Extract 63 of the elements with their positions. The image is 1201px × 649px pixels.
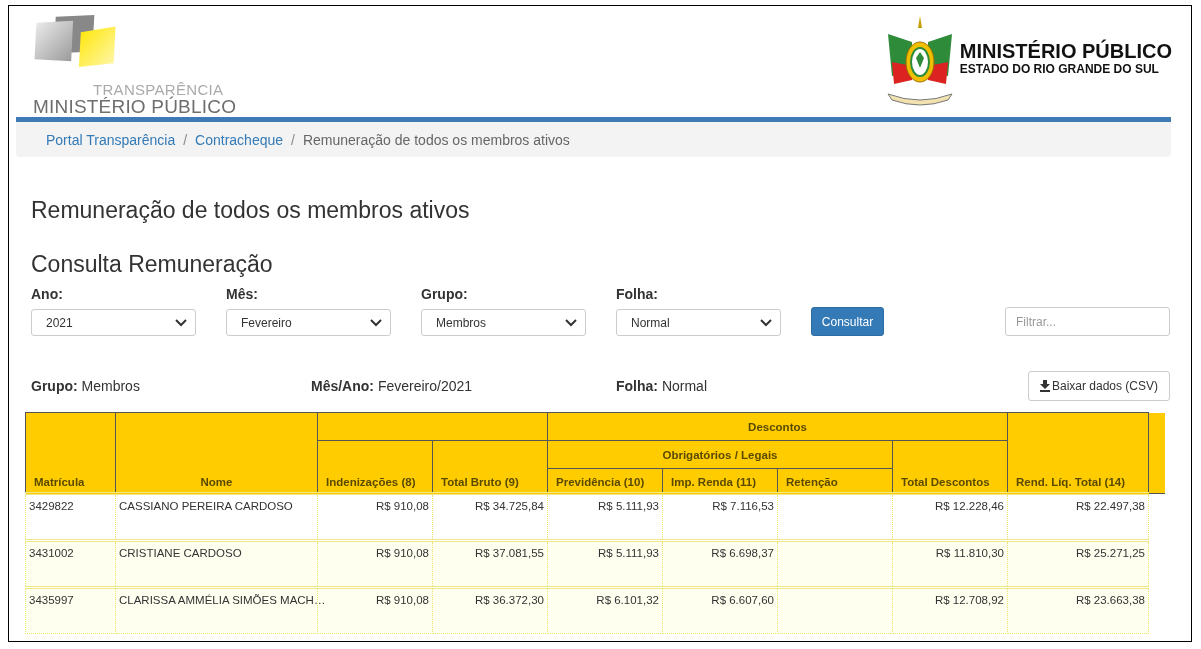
- field-label: Grupo:: [421, 286, 469, 302]
- table-cell: R$ 37.081,55: [474, 547, 544, 559]
- table-cell: R$ 6.101,32: [596, 594, 659, 606]
- download-icon: [1039, 380, 1050, 392]
- table-cell: R$ 6.607,60: [711, 594, 774, 606]
- dropdown[interactable]: 2021: [31, 309, 196, 336]
- field-label: Folha:: [616, 286, 659, 302]
- summary-text: Grupo: Membros: [31, 378, 141, 394]
- table-cell: 3431002: [29, 547, 74, 559]
- search-field[interactable]: Filtrar...: [1005, 307, 1170, 336]
- table-cell: R$ 5.111,93: [598, 547, 659, 559]
- table-cell: R$ 12.228,46: [934, 500, 1004, 512]
- breadcrumb-separator: /: [290, 131, 296, 148]
- chevron-down-icon: [175, 318, 187, 327]
- breadcrumb-current: Remuneração de todos os membros ativos: [302, 131, 570, 148]
- column-header: Total Bruto (9): [432, 440, 548, 494]
- summary-text: Mês/Ano: Fevereiro/2021: [311, 378, 474, 394]
- table-cell: 3435997: [29, 594, 74, 606]
- column-header: Nome: [115, 412, 318, 494]
- table-cell: R$ 5.111,93: [598, 500, 659, 512]
- table-cell: CLARISSA AMMÉLIA SIMÕES MACH…: [119, 594, 326, 606]
- organization-name: MINISTÉRIO PÚBLICO: [959, 40, 1172, 62]
- logo-squares-icon: [33, 13, 119, 69]
- chevron-down-icon: [565, 318, 577, 327]
- dropdown[interactable]: Membros: [421, 309, 586, 336]
- column-header: Rend. Líq. Total (14): [1007, 412, 1149, 494]
- dropdown[interactable]: Fevereiro: [226, 309, 391, 336]
- field-label: Mês:: [226, 286, 259, 302]
- page-title: Remuneração de todos os membros ativos: [31, 197, 471, 223]
- dropdown[interactable]: Normal: [616, 309, 781, 336]
- table-cell: R$ 25.271,25: [1075, 547, 1145, 559]
- table-cell: R$ 910,08: [375, 594, 429, 606]
- breadcrumb-link[interactable]: Contracheque: [195, 131, 284, 148]
- table-cell: R$ 7.116,53: [712, 500, 774, 512]
- table-cell: R$ 34.725,84: [474, 500, 544, 512]
- consult-button[interactable]: Consultar: [811, 307, 884, 336]
- breadcrumb-link[interactable]: Portal Transparência: [46, 131, 176, 148]
- group-header: Descontos: [547, 412, 1008, 441]
- table-cell: R$ 6.698,37: [711, 547, 774, 559]
- table-cell: CASSIANO PEREIRA CARDOSO: [119, 500, 293, 512]
- table-cell: R$ 36.372,30: [474, 594, 544, 606]
- table-cell: R$ 12.708,92: [934, 594, 1004, 606]
- chevron-down-icon: [760, 318, 772, 327]
- column-header: Total Descontos: [892, 440, 1008, 494]
- organization-subtitle: ESTADO DO RIO GRANDE DO SUL: [959, 62, 1160, 76]
- table-cell: R$ 910,08: [375, 500, 429, 512]
- summary-text: Folha: Normal: [616, 378, 708, 394]
- column-header: Matrícula: [25, 412, 116, 494]
- breadcrumb-separator: /: [182, 131, 189, 148]
- table-cell: R$ 11.810,30: [935, 547, 1004, 559]
- table-cell: R$ 22.497,38: [1075, 500, 1145, 512]
- table-cell: 3429822: [29, 500, 74, 512]
- section-title: Consulta Remuneração: [31, 251, 274, 277]
- table-cell: CRISTIANE CARDOSO: [119, 547, 242, 559]
- column-header: Indenizações (8): [317, 440, 433, 494]
- table-cell: R$ 23.663,38: [1075, 594, 1145, 606]
- field-label: Ano:: [31, 286, 64, 302]
- logo-title: MINISTÉRIO PÚBLICO: [33, 97, 237, 117]
- table-cell: R$ 910,08: [375, 547, 429, 559]
- chevron-down-icon: [370, 318, 382, 327]
- group-header: Obrigatórios / Legais: [547, 440, 893, 469]
- download-button[interactable]: Baixar dados (CSV): [1028, 371, 1170, 401]
- logo-subtitle: TRANSPARÊNCIA: [93, 82, 224, 97]
